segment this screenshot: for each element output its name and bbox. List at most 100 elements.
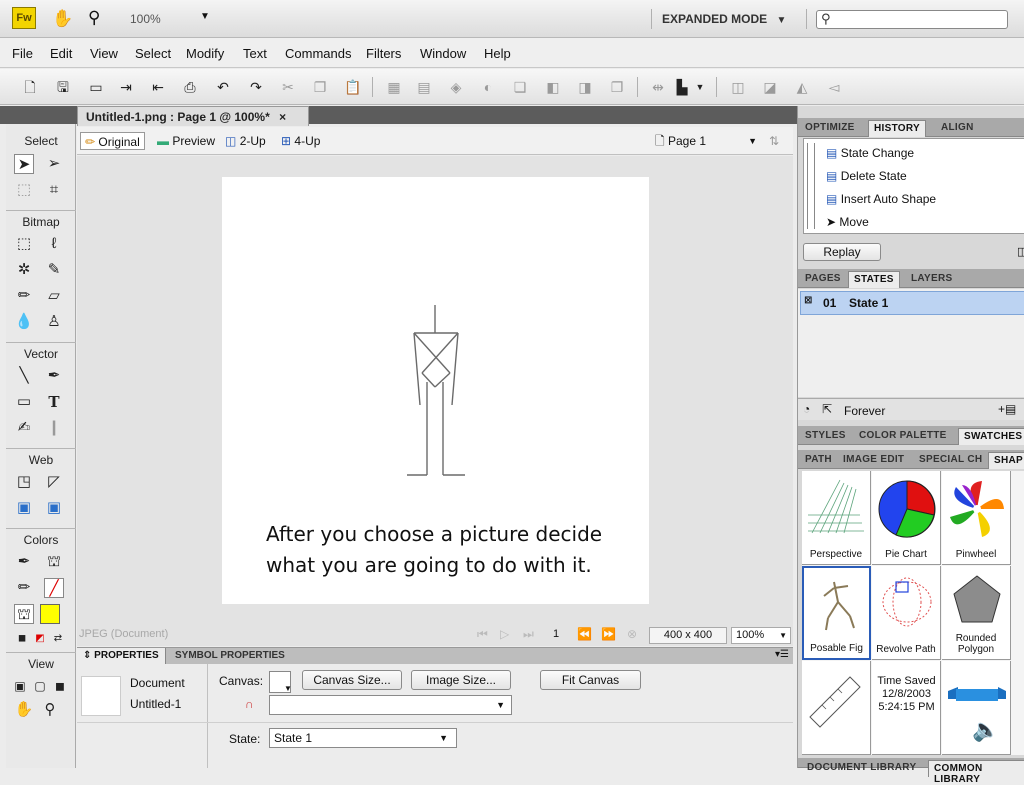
loop-setting[interactable]: Forever bbox=[844, 404, 885, 418]
menu-help[interactable]: Help bbox=[484, 46, 511, 61]
search-input[interactable]: ⚲ bbox=[816, 10, 1008, 29]
knife-icon[interactable]: ❙ bbox=[44, 418, 64, 438]
eyedropper-icon[interactable]: ✒ bbox=[14, 552, 34, 572]
rubber-stamp-icon[interactable]: ♙ bbox=[44, 312, 64, 332]
shape-pinwheel[interactable]: Pinwheel bbox=[942, 471, 1011, 565]
first-frame-icon[interactable]: ⏮ bbox=[477, 627, 488, 642]
copy-icon[interactable]: ❐ bbox=[312, 79, 328, 95]
history-item[interactable]: ➤ Move bbox=[826, 215, 869, 229]
canvas-size-button[interactable]: Canvas Size... bbox=[302, 670, 402, 690]
history-item[interactable]: ▤ Delete State bbox=[826, 169, 907, 183]
fill-color-swatch[interactable] bbox=[40, 604, 60, 624]
save-icon[interactable]: 🖫 bbox=[55, 79, 71, 95]
open-icon[interactable]: ▭ bbox=[88, 79, 104, 95]
brush-icon[interactable]: ✎ bbox=[44, 260, 64, 280]
tab-styles[interactable]: STYLES bbox=[800, 428, 851, 445]
flip-vertical-icon[interactable]: ◅ bbox=[826, 79, 842, 95]
rotate-right-icon[interactable]: ◪ bbox=[762, 79, 778, 95]
zoom-tool-icon[interactable]: ⚲ bbox=[40, 700, 60, 720]
redo-icon[interactable]: ↷ bbox=[248, 79, 264, 95]
crop-icon[interactable]: ⌗ bbox=[44, 180, 64, 200]
standard-screen-icon[interactable]: ▣ bbox=[10, 676, 30, 696]
align-dropdown-icon[interactable]: ▼ bbox=[692, 79, 708, 95]
paste-icon[interactable]: 📋 bbox=[344, 79, 361, 95]
slice-icon[interactable]: ◸ bbox=[44, 472, 64, 492]
group-icon[interactable]: ▦ bbox=[386, 79, 402, 95]
state-select[interactable]: State 1 ▼ bbox=[269, 728, 457, 748]
import-icon[interactable]: ⇥ bbox=[118, 79, 134, 95]
tab-symbol-properties[interactable]: SYMBOL PROPERTIES bbox=[175, 650, 285, 661]
fill-color-icon[interactable]: ⛫ bbox=[14, 604, 34, 624]
shape-perspective[interactable]: Perspective bbox=[802, 471, 871, 565]
view-original-button[interactable]: ✏ Original bbox=[80, 132, 145, 150]
tab-path[interactable]: PATH bbox=[800, 452, 837, 469]
hand-icon[interactable]: ✋ bbox=[14, 700, 34, 720]
tab-align[interactable]: ALIGN bbox=[936, 120, 979, 137]
last-frame-icon[interactable]: ⏭ bbox=[523, 627, 534, 642]
shape-pie-chart[interactable]: Pie Chart bbox=[872, 471, 941, 565]
magic-wand-icon[interactable]: ✲ bbox=[14, 260, 34, 280]
send-back-icon[interactable]: ❐ bbox=[609, 79, 625, 95]
zoom-icon[interactable]: ⚲ bbox=[88, 8, 100, 28]
state-visible-icon[interactable]: ⊠ bbox=[804, 295, 812, 306]
tab-layers[interactable]: LAYERS bbox=[906, 271, 957, 288]
replay-button[interactable]: Replay bbox=[803, 243, 881, 261]
undo-icon[interactable]: ↶ bbox=[215, 79, 231, 95]
tab-shapes[interactable]: SHAP bbox=[988, 452, 1024, 469]
line-icon[interactable]: ╲ bbox=[14, 366, 34, 386]
page-selector[interactable]: 🗋 Page 1 ▼ bbox=[651, 132, 761, 150]
cut-icon[interactable]: ✂ bbox=[280, 79, 296, 95]
menu-edit[interactable]: Edit bbox=[50, 46, 72, 61]
lasso-icon[interactable]: ℓ bbox=[44, 234, 64, 254]
shape-revolve-path[interactable]: Revolve Path bbox=[872, 566, 941, 660]
fit-canvas-button[interactable]: Fit Canvas bbox=[540, 670, 641, 690]
tab-document-library[interactable]: DOCUMENT LIBRARY bbox=[802, 760, 921, 777]
export-icon[interactable]: ⇤ bbox=[150, 79, 166, 95]
rotate-left-icon[interactable]: ◫ bbox=[730, 79, 746, 95]
canvas-option-select[interactable]: ▼ bbox=[269, 695, 512, 715]
shape-time-saved[interactable]: Time Saved 12/8/2003 5:24:15 PM bbox=[872, 661, 941, 755]
tab-history[interactable]: HISTORY bbox=[868, 120, 926, 137]
onion-skin-icon[interactable]: ◔ bbox=[803, 402, 810, 416]
menu-modify[interactable]: Modify bbox=[186, 46, 224, 61]
zoom-dropdown-icon[interactable]: ▼ bbox=[200, 11, 210, 22]
stroke-none-swatch[interactable]: ╱ bbox=[44, 578, 64, 598]
join-icon[interactable]: ◈ bbox=[448, 79, 464, 95]
marquee-icon[interactable]: ⬚ bbox=[14, 234, 34, 254]
hide-slices-icon[interactable]: ▣ bbox=[14, 498, 34, 518]
pointer-icon[interactable]: ➤ bbox=[14, 154, 34, 174]
menu-file[interactable]: File bbox=[12, 46, 33, 61]
pen-icon[interactable]: ✒ bbox=[44, 366, 64, 386]
ungroup-icon[interactable]: ▤ bbox=[416, 79, 432, 95]
menu-text[interactable]: Text bbox=[243, 46, 267, 61]
new-file-icon[interactable]: 🗋 bbox=[22, 79, 38, 95]
tab-special-characters[interactable]: SPECIAL CH bbox=[914, 452, 987, 469]
freeform-icon[interactable]: ✍ bbox=[14, 418, 34, 438]
shape-rounded-polygon[interactable]: Rounded Polygon bbox=[942, 566, 1011, 660]
prev-frame-icon[interactable]: ⏪ bbox=[577, 627, 592, 641]
view-preview-button[interactable]: ▬ Preview bbox=[153, 132, 219, 150]
history-item[interactable]: ▤ State Change bbox=[826, 146, 914, 160]
next-frame-icon[interactable]: ⏩ bbox=[601, 627, 616, 641]
tab-properties[interactable]: ⇕ PROPERTIES bbox=[77, 648, 166, 665]
workspace-mode[interactable]: EXPANDED MODE ▼ bbox=[662, 12, 786, 26]
tab-optimize[interactable]: OPTIMIZE bbox=[800, 120, 860, 137]
menu-filters[interactable]: Filters bbox=[366, 46, 401, 61]
default-colors-icon[interactable]: ◼ bbox=[12, 629, 32, 649]
swap-colors-icon[interactable]: ⇄ bbox=[48, 629, 68, 649]
pencil-icon[interactable]: ✏ bbox=[14, 286, 34, 306]
history-item[interactable]: ▤ Insert Auto Shape bbox=[826, 192, 936, 206]
history-options-icon[interactable]: ◫ bbox=[1017, 245, 1024, 258]
subselect-icon[interactable]: ➢ bbox=[44, 154, 64, 174]
history-slider[interactable] bbox=[807, 143, 815, 229]
no-stroke-icon[interactable]: ◩ bbox=[30, 629, 50, 649]
split-icon[interactable]: ◐ bbox=[480, 79, 496, 95]
tab-common-library[interactable]: COMMON LIBRARY bbox=[928, 760, 1024, 785]
text-tool-icon[interactable]: T bbox=[44, 392, 64, 412]
full-screen-icon[interactable]: ◼ bbox=[50, 676, 70, 696]
shape-posable-figure[interactable]: Posable Fig bbox=[802, 566, 871, 660]
stop-icon[interactable]: ⊗ bbox=[627, 627, 637, 641]
document-tab[interactable]: Untitled-1.png : Page 1 @ 100%* × bbox=[77, 106, 309, 126]
page-options-icon[interactable]: ⇅ bbox=[765, 132, 783, 150]
menu-commands[interactable]: Commands bbox=[285, 46, 351, 61]
